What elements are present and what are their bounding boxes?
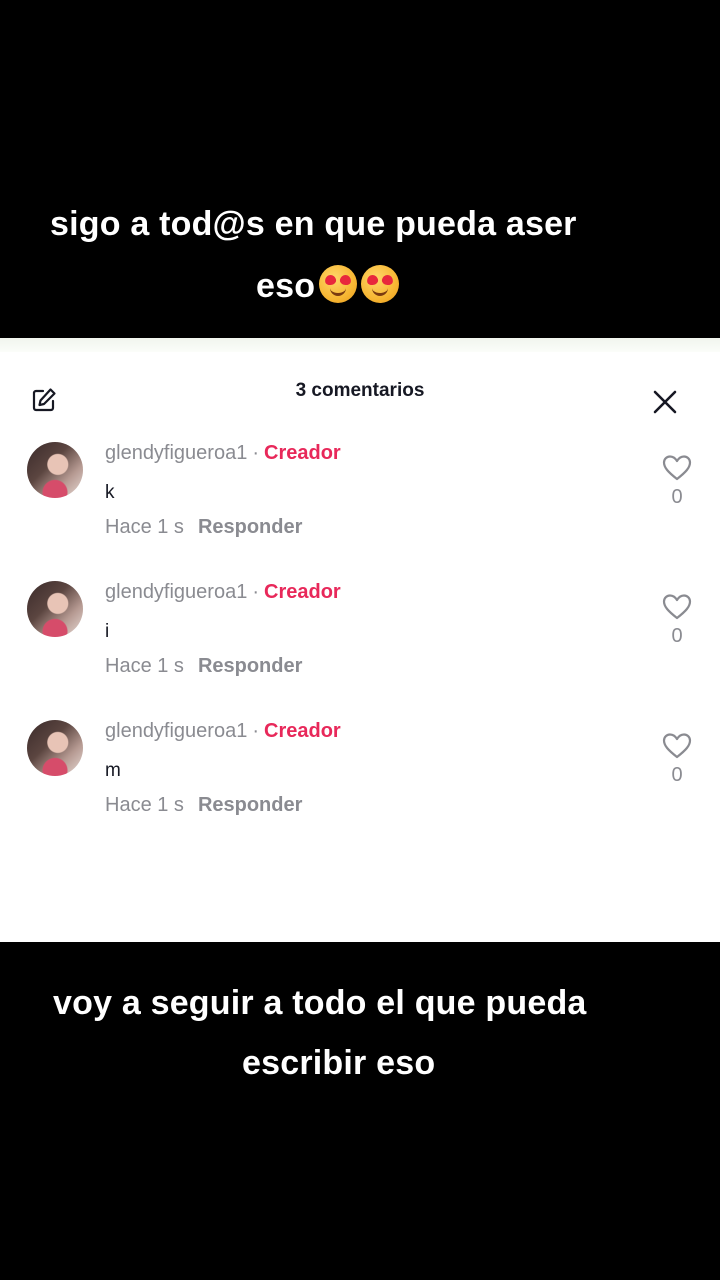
bottom-caption: voy a seguir a todo el que pueda escribi… <box>0 942 720 1280</box>
comment-author-row: glendyfigueroa1 · Creador <box>105 720 341 743</box>
heart-eyes-emoji-icon <box>319 265 358 303</box>
bottom-caption-line-1: voy a seguir a todo el que pueda <box>53 984 587 1022</box>
comment-username[interactable]: glendyfigueroa1 <box>105 581 247 603</box>
creator-badge: Creador <box>264 442 341 464</box>
like-count: 0 <box>671 764 683 786</box>
comments-panel: 3 comentarios glendyfigueroa1 · Creador k … <box>0 352 720 942</box>
avatar[interactable] <box>27 581 83 637</box>
reply-button[interactable]: Responder <box>198 655 302 677</box>
comment-item: glendyfigueroa1 · Creador k Hace 1 s Respon… <box>0 442 720 572</box>
reply-button[interactable]: Responder <box>198 516 302 538</box>
comment-text: m <box>105 760 121 781</box>
heart-eyes-emoji-icon <box>361 265 400 303</box>
comment-item: glendyfigueroa1 · Creador i Hace 1 s Respon… <box>0 581 720 711</box>
top-caption: sigo a tod@s en que pueda aser eso <box>0 0 720 338</box>
comment-time: Hace 1 s <box>105 794 184 816</box>
comment-text: k <box>105 482 115 503</box>
separator-dot: · <box>252 720 260 742</box>
heart-icon[interactable] <box>662 454 692 482</box>
avatar[interactable] <box>27 720 83 776</box>
comment-username[interactable]: glendyfigueroa1 <box>105 720 247 742</box>
comment-meta: Hace 1 s Responder <box>105 516 302 539</box>
comment-text: i <box>105 621 110 642</box>
comments-count-title: 3 comentarios <box>295 380 425 401</box>
top-caption-line-2: eso <box>256 267 316 305</box>
comments-header: 3 comentarios <box>0 352 720 432</box>
comment-time: Hace 1 s <box>105 516 184 538</box>
like-count: 0 <box>671 625 683 647</box>
top-caption-line-1: sigo a tod@s en que pueda aser <box>50 205 577 243</box>
comment-meta: Hace 1 s Responder <box>105 655 302 678</box>
comment-item: glendyfigueroa1 · Creador m Hace 1 s Respon… <box>0 720 720 850</box>
creator-badge: Creador <box>264 581 341 603</box>
comment-author-row: glendyfigueroa1 · Creador <box>105 442 341 465</box>
bottom-caption-line-2: escribir eso <box>242 1044 436 1082</box>
top-caption-line-2-wrapper: eso <box>256 265 400 306</box>
heart-icon[interactable] <box>662 593 692 621</box>
comment-time: Hace 1 s <box>105 655 184 677</box>
close-icon[interactable] <box>651 388 679 416</box>
separator-dot: · <box>252 442 260 464</box>
creator-badge: Creador <box>264 720 341 742</box>
comment-author-row: glendyfigueroa1 · Creador <box>105 581 341 604</box>
comment-meta: Hace 1 s Responder <box>105 794 302 817</box>
separator-dot: · <box>252 581 260 603</box>
heart-icon[interactable] <box>662 732 692 760</box>
like-count: 0 <box>671 486 683 508</box>
reply-button[interactable]: Responder <box>198 794 302 816</box>
panel-top-edge <box>0 338 720 352</box>
comment-username[interactable]: glendyfigueroa1 <box>105 442 247 464</box>
avatar[interactable] <box>27 442 83 498</box>
